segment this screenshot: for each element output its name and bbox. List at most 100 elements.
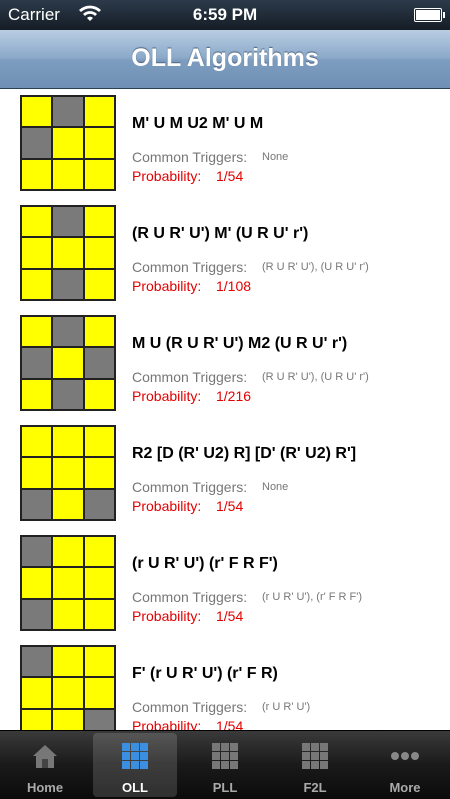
tab-bar: Home OLL PLL F2L More	[0, 730, 450, 799]
algorithm-text: F' (r U R' U') (r' F R)	[132, 665, 278, 682]
navigation-bar: OLL Algorithms	[0, 30, 450, 89]
cube-cell: y	[22, 97, 52, 127]
page-title: OLL Algorithms	[131, 44, 319, 72]
algorithm-text: (R U R' U') M' (U R U' r')	[132, 225, 309, 242]
triggers-label: Common Triggers:	[132, 259, 248, 275]
cube-cell: y	[22, 207, 52, 237]
home-icon	[30, 741, 60, 771]
list-item[interactable]: yyyyyygygR2 [D (R' U2) R] [D' (R' U2) R'…	[0, 419, 450, 530]
cube-pattern-icon: gyyyyyyyg	[20, 645, 116, 730]
cube-cell: y	[22, 238, 52, 268]
status-bar: Carrier 6:59 PM	[0, 0, 450, 30]
list-item[interactable]: ygygyyyyyM' U M U2 M' U MCommon Triggers…	[0, 89, 450, 200]
cube-cell: y	[22, 458, 52, 488]
tab-home[interactable]: Home	[3, 733, 87, 797]
tab-label: PLL	[212, 780, 238, 795]
cube-cell: y	[84, 537, 114, 567]
clock: 6:59 PM	[192, 5, 258, 24]
cube-cell: g	[53, 207, 83, 237]
cube-cell: y	[53, 489, 83, 519]
f2l-grid-icon	[300, 741, 330, 771]
cube-cell: y	[84, 207, 114, 237]
probability-value: 1/54	[216, 718, 244, 730]
cube-cell: y	[22, 379, 52, 409]
cube-cell: y	[84, 458, 114, 488]
probability-label: Probability:	[132, 278, 202, 294]
more-dots-icon	[390, 741, 420, 771]
tab-pll[interactable]: PLL	[183, 733, 267, 797]
list-item[interactable]: gyyyyygyy(r U R' U') (r' F R F')Common T…	[0, 529, 450, 640]
cube-cell: y	[53, 348, 83, 378]
probability-label: Probability:	[132, 388, 202, 404]
cube-pattern-icon: gyyyyygyy	[20, 535, 116, 631]
cube-pattern-icon: ygyyyyygy	[20, 205, 116, 301]
cube-cell: g	[53, 317, 83, 347]
tab-label: OLL	[122, 780, 148, 795]
cube-cell: y	[84, 128, 114, 158]
list-item[interactable]: ygyyyyygy (R U R' U') M' (U R U' r') Commo…	[0, 199, 450, 310]
cube-cell: g	[53, 269, 83, 299]
list-item[interactable]: gyyyyyyygF' (r U R' U') (r' F R)Common T…	[0, 639, 450, 730]
cube-cell: y	[53, 427, 83, 457]
triggers-value: (r U R' U'), (r' F R F')	[262, 591, 363, 603]
cube-cell: y	[22, 427, 52, 457]
triggers-label: Common Triggers:	[132, 369, 248, 385]
triggers-label: Common Triggers:	[132, 149, 248, 165]
battery-icon	[414, 8, 445, 22]
cube-cell: g	[84, 348, 114, 378]
cube-cell: y	[22, 159, 52, 189]
algorithm-text: R2 [D (R' U2) R] [D' (R' U2) R']	[132, 445, 357, 462]
cube-cell: y	[53, 128, 83, 158]
cube-cell: y	[84, 568, 114, 598]
probability-label: Probability:	[132, 168, 202, 184]
cube-pattern-icon: ygygyyyyy	[20, 95, 116, 191]
cube-cell: y	[84, 427, 114, 457]
cube-cell: y	[53, 159, 83, 189]
cube-cell: y	[22, 568, 52, 598]
triggers-label: Common Triggers:	[132, 479, 248, 495]
tab-f2l[interactable]: F2L	[273, 733, 357, 797]
cube-cell: g	[84, 489, 114, 519]
algorithm-text: M U (R U R' U') M2 (U R U' r')	[132, 335, 348, 352]
cube-cell: y	[84, 678, 114, 708]
cube-cell: g	[22, 647, 52, 677]
algorithm-list[interactable]: ygygyyyyyM' U M U2 M' U MCommon Triggers…	[0, 89, 450, 730]
cube-cell: y	[22, 317, 52, 347]
pll-grid-icon	[210, 741, 240, 771]
cube-cell: y	[53, 458, 83, 488]
cube-cell: g	[22, 599, 52, 629]
cube-cell: y	[84, 159, 114, 189]
oll-grid-icon	[120, 741, 150, 771]
probability-value: 1/108	[216, 278, 252, 294]
cube-pattern-icon: yyyyyygyg	[20, 425, 116, 521]
cube-cell: y	[84, 379, 114, 409]
cube-cell: y	[53, 709, 83, 730]
cube-cell: g	[22, 489, 52, 519]
tab-label: More	[389, 780, 421, 795]
cube-cell: y	[53, 647, 83, 677]
probability-label: Probability:	[132, 498, 202, 514]
cube-pattern-icon: ygygygygy	[20, 315, 116, 411]
cube-cell: y	[53, 568, 83, 598]
cube-cell: g	[53, 379, 83, 409]
cube-cell: y	[84, 97, 114, 127]
cube-cell: y	[84, 647, 114, 677]
cube-cell: g	[22, 537, 52, 567]
triggers-value: (R U R' U'), (U R U' r')	[262, 371, 369, 383]
list-item[interactable]: ygygygygy M U (R U R' U') M2 (U R U' r') C…	[0, 309, 450, 420]
cube-cell: g	[84, 709, 114, 730]
triggers-label: Common Triggers:	[132, 589, 248, 605]
cube-cell: y	[22, 709, 52, 730]
cube-cell: g	[22, 128, 52, 158]
probability-label: Probability:	[132, 718, 202, 730]
tab-oll[interactable]: OLL	[93, 733, 177, 797]
probability-value: 1/216	[216, 388, 252, 404]
probability-value: 1/54	[216, 498, 244, 514]
tab-more[interactable]: More	[363, 733, 447, 797]
cube-cell: g	[53, 97, 83, 127]
tab-label: Home	[26, 780, 64, 795]
cube-cell: y	[84, 238, 114, 268]
cube-cell: y	[53, 599, 83, 629]
cube-cell: y	[84, 599, 114, 629]
cube-cell: y	[84, 317, 114, 347]
